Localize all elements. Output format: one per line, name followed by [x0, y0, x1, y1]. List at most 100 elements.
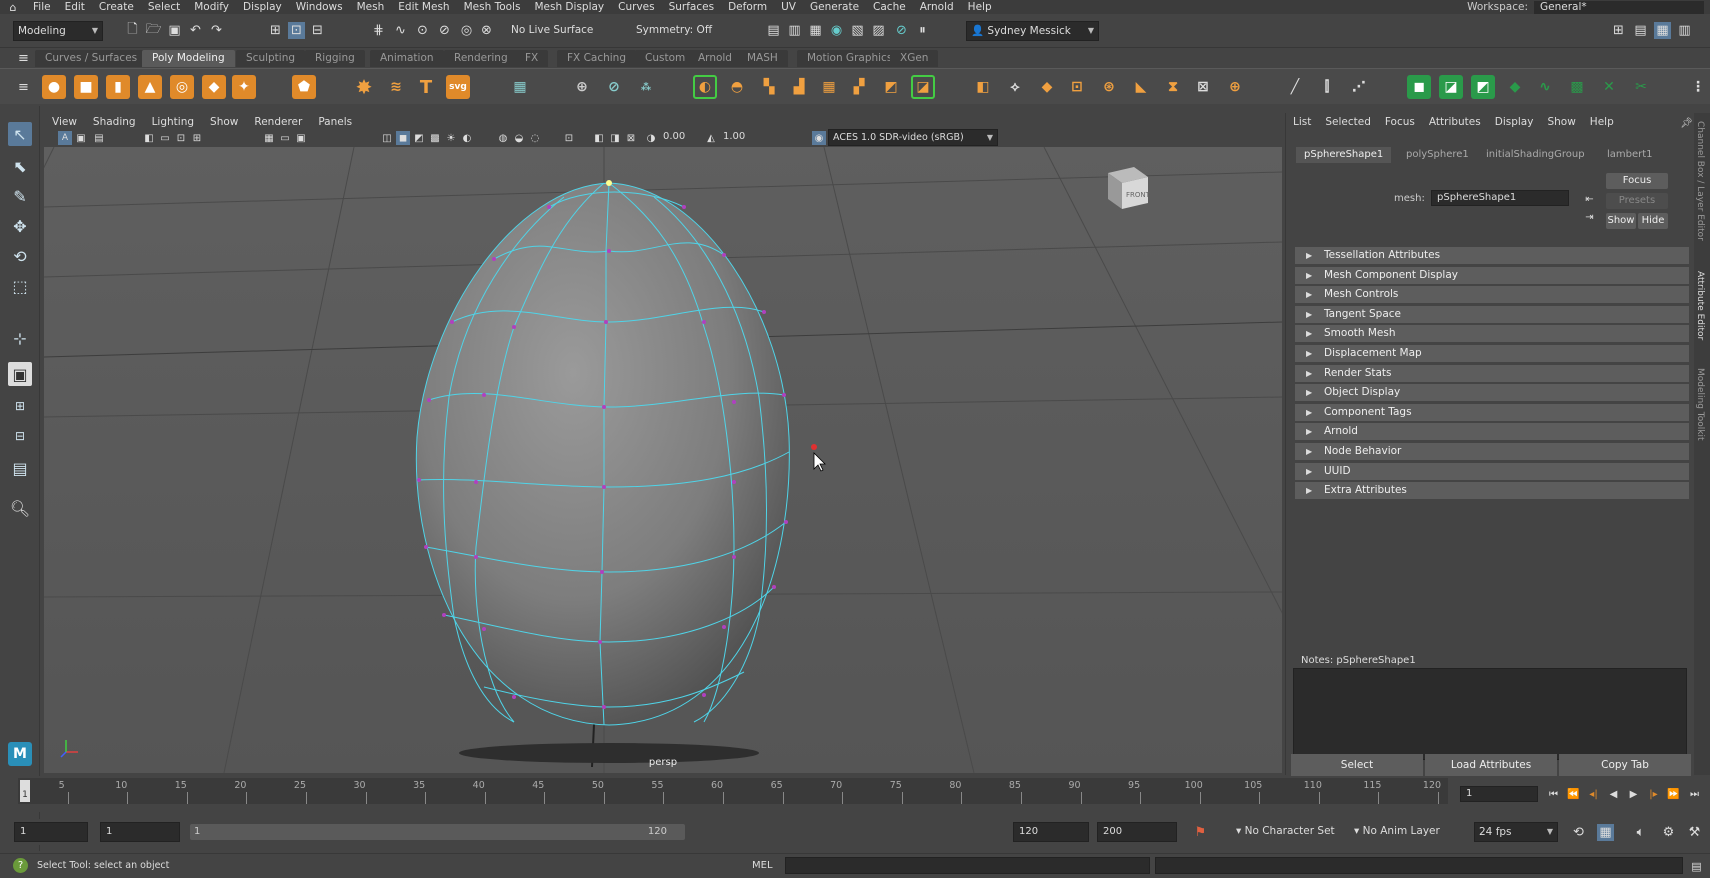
viewport-menu-shading[interactable]: Shading: [85, 116, 144, 128]
presets-button[interactable]: Presets: [1606, 193, 1668, 209]
menu-cache[interactable]: Cache: [866, 1, 913, 13]
render-view-icon[interactable]: ▧: [849, 22, 866, 39]
menu-windows[interactable]: Windows: [289, 1, 350, 13]
time-slider[interactable]: 1 5 10 15 20 25 30 35 40 45 50 55 60 65 70 75 80 85 90 95 1…: [0, 776, 1710, 812]
type-tool-icon[interactable]: T: [414, 75, 438, 99]
outliner-icon[interactable]: ▤: [8, 456, 32, 480]
step-back-key-icon[interactable]: ⏪: [1565, 786, 1582, 803]
extrude-icon[interactable]: ◐: [693, 75, 717, 99]
section-node-behavior[interactable]: ▶ Node Behavior: [1295, 443, 1689, 460]
single-view-icon[interactable]: ▣: [8, 362, 32, 386]
section-render-stats[interactable]: ▶ Render Stats: [1295, 364, 1689, 382]
menu-file[interactable]: File: [26, 1, 58, 13]
isolate-select-icon[interactable]: ⊡: [562, 131, 576, 145]
poly-disc-icon[interactable]: ✦: [232, 75, 256, 99]
shelf-tab-custom[interactable]: Custom: [635, 50, 696, 67]
grid-icon[interactable]: ▦: [262, 131, 276, 145]
toggle-attribute-editor-icon[interactable]: ▥: [1676, 22, 1693, 39]
ae-menu-display[interactable]: Display: [1488, 116, 1541, 128]
menu-surfaces[interactable]: Surfaces: [662, 1, 721, 13]
step-forward-frame-icon[interactable]: |▸: [1645, 786, 1662, 803]
section-mesh-controls[interactable]: ▶ Mesh Controls: [1295, 286, 1689, 304]
two-view-icon[interactable]: ⊟: [8, 424, 32, 448]
range-slider[interactable]: 1 120: [190, 824, 685, 840]
super-shape-icon[interactable]: ✸: [352, 75, 376, 99]
fps-dropdown[interactable]: 24 fps ▼: [1474, 822, 1558, 842]
live-surface-field[interactable]: No Live Surface: [507, 21, 605, 41]
no-render-icon[interactable]: ⊘: [893, 22, 910, 39]
undo-icon[interactable]: ↶: [187, 22, 204, 39]
shelf-menu-icon[interactable]: ≡: [15, 79, 32, 96]
viewport-menu-panels[interactable]: Panels: [310, 116, 360, 128]
mirror-icon[interactable]: ⊡: [1065, 75, 1089, 99]
focus-button[interactable]: Focus: [1606, 173, 1668, 189]
crease-icon[interactable]: ⫿: [1315, 75, 1339, 99]
step-forward-key-icon[interactable]: ⏩: [1665, 786, 1682, 803]
shelf-scroll-icon[interactable]: ⋮: [1690, 75, 1706, 99]
paint-effects-icon[interactable]: ╱: [1283, 75, 1307, 99]
menu-mesh-display[interactable]: Mesh Display: [527, 1, 611, 13]
gamma-field[interactable]: 1.00: [718, 130, 758, 146]
xray-joints-icon[interactable]: ◧: [592, 131, 606, 145]
connect-icon[interactable]: ⋰: [1347, 75, 1371, 99]
symmetry-dropdown[interactable]: Symmetry: Off: [632, 21, 718, 41]
rotate-tool-icon[interactable]: ⟲: [8, 244, 32, 268]
ae-menu-help[interactable]: Help: [1583, 116, 1621, 128]
menu-uv[interactable]: UV: [774, 1, 803, 13]
ae-menu-focus[interactable]: Focus: [1378, 116, 1422, 128]
playback-end-field[interactable]: 120: [1013, 822, 1089, 842]
hide-button[interactable]: Hide: [1638, 213, 1668, 229]
hypershade-icon[interactable]: ◉: [828, 22, 845, 39]
safe-action-icon[interactable]: ▣: [294, 131, 308, 145]
quad-draw-icon[interactable]: ⊛: [1097, 75, 1121, 99]
wireframe-on-shaded-icon[interactable]: ◩: [412, 131, 426, 145]
lights-icon[interactable]: ☀: [444, 131, 458, 145]
platonic-solid-icon[interactable]: ⬟: [292, 75, 316, 99]
ambient-occlusion-icon[interactable]: ◒: [512, 131, 526, 145]
resolution-gate-icon[interactable]: ▭: [158, 131, 172, 145]
exposure-field[interactable]: 0.00: [658, 130, 698, 146]
current-frame-field[interactable]: 1: [1460, 786, 1538, 802]
play-forward-icon[interactable]: ▶: [1625, 786, 1642, 803]
animation-start-field[interactable]: 1: [14, 822, 88, 842]
last-tool-icon[interactable]: ⊹: [8, 326, 32, 350]
tab-polysphere1[interactable]: polySphere1: [1398, 147, 1477, 163]
move-tool-icon[interactable]: ✥: [8, 214, 32, 238]
shelf-tab-fx[interactable]: FX: [515, 50, 549, 67]
shelf-tab-xgen[interactable]: XGen: [890, 50, 939, 67]
toggle-outliner-icon[interactable]: ▤: [1632, 22, 1649, 39]
xray-active-icon[interactable]: ◨: [608, 131, 622, 145]
shelf-tab-fx-caching[interactable]: FX Caching: [557, 50, 637, 67]
center-pivot-icon[interactable]: ◧: [971, 75, 995, 99]
tab-psphereshape1[interactable]: pSphereShape1: [1296, 147, 1392, 163]
scale-tool-icon[interactable]: ⬚: [8, 274, 32, 298]
tab-attribute-editor[interactable]: Attribute Editor: [1695, 271, 1705, 340]
viewport-menu-view[interactable]: View: [44, 116, 85, 128]
tab-channel-box[interactable]: Channel Box / Layer Editor: [1695, 121, 1705, 241]
snap-curve-icon[interactable]: ∿: [392, 22, 409, 39]
ae-menu-list[interactable]: List: [1286, 116, 1318, 128]
mash-network-icon[interactable]: ▦: [508, 75, 532, 99]
section-mesh-component-display[interactable]: ▶ Mesh Component Display: [1295, 266, 1689, 284]
menu-select[interactable]: Select: [141, 1, 187, 13]
shelf-settings-icon[interactable]: ≡: [15, 50, 32, 67]
menu-mesh-tools[interactable]: Mesh Tools: [457, 1, 528, 13]
animation-end-field[interactable]: 200: [1097, 822, 1177, 842]
animation-prefs-icon[interactable]: ⚙: [1660, 824, 1677, 841]
insert-edge-loop-icon[interactable]: ▦: [817, 75, 841, 99]
four-view-icon[interactable]: ⊞: [8, 394, 32, 418]
loop-icon[interactable]: ⟲: [1570, 824, 1587, 841]
menu-deform[interactable]: Deform: [721, 1, 774, 13]
shelf-tab-curves-surfaces[interactable]: Curves / Surfaces: [35, 50, 148, 67]
save-scene-icon[interactable]: ▣: [166, 22, 183, 39]
color-management-icon[interactable]: ◉: [812, 131, 826, 145]
bridge-icon[interactable]: ◓: [725, 75, 749, 99]
smooth-shade-icon[interactable]: ◼: [396, 131, 410, 145]
menu-generate[interactable]: Generate: [803, 1, 866, 13]
go-to-end-icon[interactable]: ⏭: [1686, 786, 1703, 803]
ipr-render-icon[interactable]: ▥: [786, 22, 803, 39]
shadows-icon[interactable]: ◐: [460, 131, 474, 145]
pause-icon[interactable]: ⏸: [914, 22, 931, 39]
section-object-display[interactable]: ▶ Object Display: [1295, 384, 1689, 402]
menu-curves[interactable]: Curves: [611, 1, 661, 13]
